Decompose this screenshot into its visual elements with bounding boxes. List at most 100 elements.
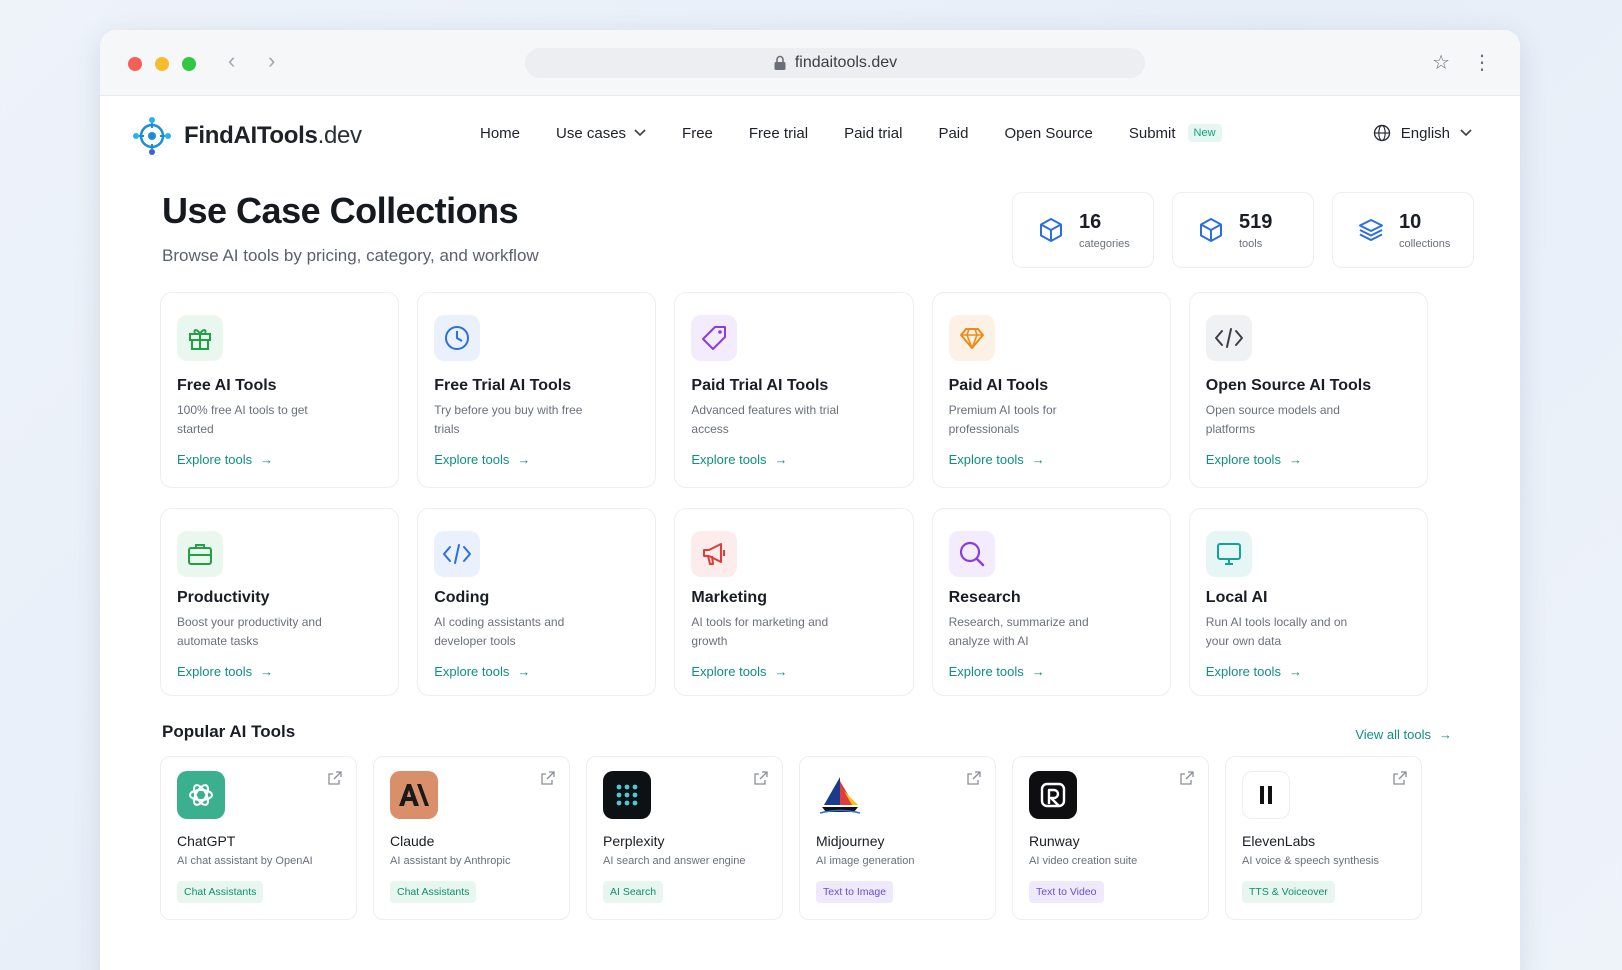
collection-card-marketing[interactable]: Marketing AI tools for marketing and gro…: [674, 508, 914, 696]
collection-card-free[interactable]: Free AI Tools 100% free AI tools to get …: [160, 292, 400, 488]
briefcase-icon: [177, 531, 223, 577]
external-link-icon[interactable]: [541, 771, 555, 785]
minimize-window-button[interactable]: [155, 57, 169, 71]
collection-card-productivity[interactable]: Productivity Boost your productivity and…: [160, 508, 400, 696]
card-description: Run AI tools locally and on your own dat…: [1205, 615, 1348, 648]
collection-card-local-ai[interactable]: Local AI Run AI tools locally and on you…: [1188, 508, 1428, 696]
tool-name: ElevenLabs: [1242, 833, 1316, 849]
tool-tag[interactable]: Chat Assistants: [177, 881, 264, 903]
close-window-button[interactable]: [128, 57, 142, 71]
search-icon: [948, 531, 995, 577]
external-link-icon[interactable]: [967, 771, 981, 785]
tool-description: AI search and answer engine: [603, 855, 746, 867]
card-description: Boost your productivity and automate tas…: [177, 615, 322, 648]
explore-link[interactable]: Explore tools →: [434, 452, 530, 467]
explore-link[interactable]: Explore tools →: [1206, 452, 1302, 467]
arrow-right-icon: →: [260, 664, 274, 679]
tool-name: Perplexity: [603, 833, 665, 849]
maximize-window-button[interactable]: [182, 57, 196, 71]
tool-name: Claude: [390, 833, 435, 849]
card-title: Productivity: [177, 589, 270, 606]
tool-tag[interactable]: TTS & Voiceover: [1242, 881, 1335, 903]
bookmark-star-icon[interactable]: ☆: [1432, 50, 1450, 75]
nav-free[interactable]: Free: [682, 125, 713, 142]
explore-link[interactable]: Explore tools →: [949, 664, 1045, 679]
forward-arrow-icon[interactable]: ›: [268, 48, 275, 74]
collection-card-research[interactable]: Research Research, summarize and analyze…: [931, 508, 1171, 696]
card-title: Research: [948, 589, 1021, 606]
claude-logo-icon: [390, 771, 438, 819]
tool-tag[interactable]: Text to Image: [816, 881, 894, 903]
explore-link[interactable]: Explore tools →: [434, 664, 530, 679]
language-selector[interactable]: English: [1373, 124, 1472, 142]
card-description: 100% free AI tools to get started: [177, 403, 308, 436]
collection-card-open-source[interactable]: Open Source AI Tools Open source models …: [1188, 292, 1428, 488]
code-icon: [434, 531, 481, 577]
explore-link[interactable]: Explore tools →: [691, 664, 787, 679]
explore-link[interactable]: Explore tools →: [177, 452, 273, 467]
card-description: Try before you buy with free trials: [434, 403, 583, 436]
collection-card-paid[interactable]: Paid AI Tools Premium AI tools for profe…: [931, 292, 1171, 488]
site-logo[interactable]: FindAITools.dev: [130, 114, 362, 158]
card-title: Paid Trial AI Tools: [691, 377, 829, 394]
tool-card-elevenlabs[interactable]: ElevenLabs AI voice & speech synthesis T…: [1225, 756, 1422, 920]
address-bar[interactable]: findaitools.dev: [525, 48, 1145, 78]
back-arrow-icon[interactable]: ‹: [228, 48, 235, 74]
explore-link[interactable]: Explore tools →: [177, 664, 273, 679]
external-link-icon[interactable]: [1180, 771, 1194, 785]
nav-free-trial[interactable]: Free trial: [749, 125, 808, 142]
explore-link[interactable]: Explore tools →: [691, 452, 787, 467]
arrow-right-icon: →: [1439, 727, 1452, 742]
nav-paid-trial[interactable]: Paid trial: [844, 125, 902, 142]
browser-window: ‹ › findaitools.dev ☆ ⋮ FindAITools.dev …: [100, 30, 1520, 970]
tool-tag[interactable]: Text to Video: [1029, 881, 1104, 903]
elevenlabs-logo-icon: [1242, 771, 1290, 819]
external-link-icon[interactable]: [754, 771, 768, 785]
tool-description: AI video creation suite: [1029, 855, 1138, 867]
tool-card-perplexity[interactable]: Perplexity AI search and answer engine A…: [586, 756, 783, 920]
external-link-icon[interactable]: [1393, 771, 1407, 785]
tool-description: AI image generation: [816, 855, 915, 867]
main-nav: Home Use cases Free Free trial Paid tria…: [480, 124, 1222, 142]
cube-icon: [1200, 218, 1222, 242]
stat-label: categories: [1079, 237, 1130, 250]
view-all-tools-link[interactable]: View all tools →: [1355, 727, 1452, 742]
tool-card-midjourney[interactable]: Midjourney AI image generation Text to I…: [799, 756, 996, 920]
tool-card-claude[interactable]: Claude AI assistant by Anthropic Chat As…: [373, 756, 570, 920]
tag-icon: [691, 315, 738, 361]
external-link-icon[interactable]: [328, 771, 342, 785]
nav-open-source[interactable]: Open Source: [1004, 125, 1092, 142]
stat-label: tools: [1239, 237, 1263, 250]
nav-submit[interactable]: Submit New: [1129, 124, 1222, 142]
nav-home[interactable]: Home: [480, 125, 520, 142]
explore-link[interactable]: Explore tools →: [949, 452, 1045, 467]
tool-tag[interactable]: Chat Assistants: [390, 881, 477, 903]
nav-use-cases[interactable]: Use cases: [556, 125, 646, 142]
tool-description: AI chat assistant by OpenAI: [177, 855, 313, 867]
collection-card-free-trial[interactable]: Free Trial AI Tools Try before you buy w…: [417, 292, 657, 488]
more-menu-icon[interactable]: ⋮: [1472, 50, 1492, 75]
arrow-right-icon: →: [1288, 664, 1302, 679]
tool-card-chatgpt[interactable]: ChatGPT AI chat assistant by OpenAI Chat…: [160, 756, 357, 920]
stat-collections: 10 collections: [1332, 192, 1474, 268]
card-title: Coding: [434, 589, 490, 606]
chevron-down-icon: [1460, 129, 1472, 137]
layers-icon: [1359, 219, 1383, 241]
site-header: FindAITools.dev Home Use cases Free Free…: [100, 96, 1520, 176]
page-subtitle: Browse AI tools by pricing, category, an…: [162, 246, 539, 265]
card-description: Advanced features with trial access: [691, 403, 839, 436]
tool-description: AI voice & speech synthesis: [1242, 855, 1379, 867]
hero: Use Case Collections Browse AI tools by …: [162, 190, 539, 266]
tool-card-runway[interactable]: Runway AI video creation suite Text to V…: [1012, 756, 1209, 920]
explore-link[interactable]: Explore tools →: [1206, 664, 1302, 679]
collection-card-coding[interactable]: Coding AI coding assistants and develope…: [417, 508, 657, 696]
stat-value: 519: [1239, 210, 1273, 233]
card-title: Free Trial AI Tools: [434, 377, 572, 394]
midjourney-logo-icon: [816, 771, 864, 819]
lock-icon: [774, 55, 786, 70]
card-title: Paid AI Tools: [948, 377, 1049, 394]
tool-tag[interactable]: AI Search: [603, 881, 664, 903]
collection-card-paid-trial[interactable]: Paid Trial AI Tools Advanced features wi…: [674, 292, 914, 488]
nav-paid[interactable]: Paid: [938, 125, 968, 142]
arrow-right-icon: →: [1288, 452, 1302, 467]
